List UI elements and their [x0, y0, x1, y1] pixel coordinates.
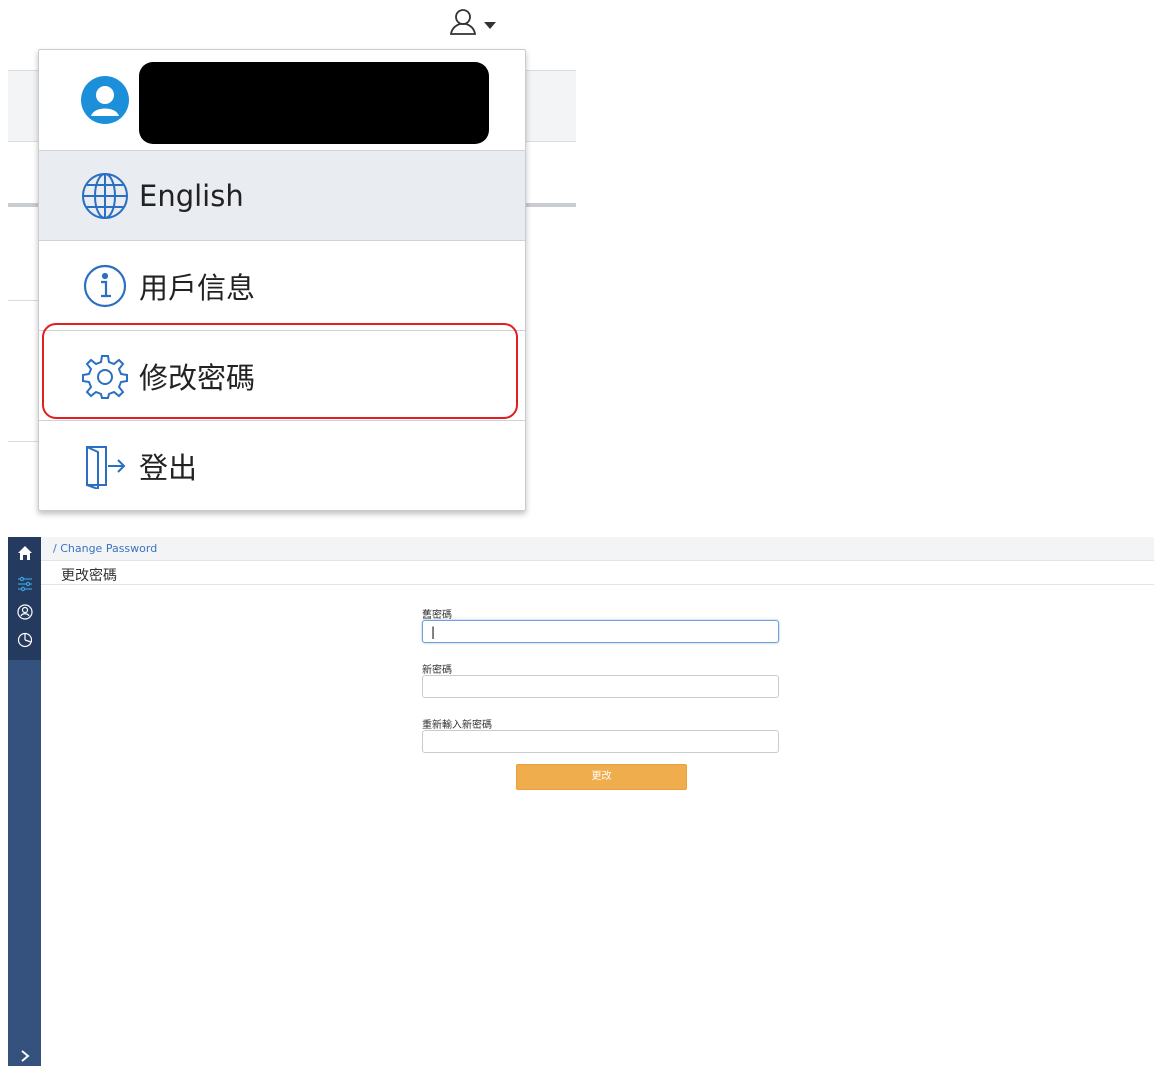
title-divider	[41, 584, 1154, 585]
menu-item-user-info[interactable]: 用戶信息	[39, 241, 525, 331]
sidebar	[8, 537, 41, 1066]
person-circle-icon[interactable]	[16, 603, 34, 621]
new-password-field[interactable]	[422, 675, 779, 698]
home-icon[interactable]	[16, 544, 34, 562]
user-icon	[448, 7, 478, 41]
sliders-icon[interactable]	[16, 575, 34, 593]
highlight-annotation	[42, 323, 518, 419]
old-password-field[interactable]	[422, 620, 779, 643]
old-password-label: 舊密碼	[422, 610, 452, 621]
chevron-right-icon[interactable]	[16, 1047, 34, 1065]
door-exit-icon	[79, 440, 131, 492]
confirm-password-field[interactable]	[422, 730, 779, 753]
change-password-button[interactable]: 更改	[516, 764, 687, 790]
breadcrumb[interactable]: / Change Password	[53, 542, 157, 555]
menu-item-label: 用戶信息	[139, 270, 256, 305]
globe-icon	[79, 170, 131, 222]
background-divider	[8, 300, 38, 301]
menu-item-label: 登出	[139, 450, 198, 485]
background-divider	[8, 441, 38, 442]
breadcrumb-bar: / Change Password	[41, 537, 1154, 561]
user-dropdown-menu: English 用戶信息 修改密碼 登出	[38, 49, 526, 511]
menu-item-language[interactable]: English	[39, 151, 525, 241]
confirm-password-label: 重新輸入新密碼	[422, 720, 492, 731]
menu-item-label: English	[139, 178, 244, 213]
caret-down-icon	[484, 15, 496, 34]
info-icon	[79, 260, 131, 312]
menu-item-logout[interactable]: 登出	[39, 421, 525, 510]
new-password-label: 新密碼	[422, 665, 452, 676]
redacted-username	[139, 62, 489, 144]
user-menu-trigger[interactable]	[448, 8, 512, 40]
chart-pie-icon[interactable]	[16, 631, 34, 649]
avatar	[79, 74, 131, 126]
user-profile-row	[39, 50, 525, 151]
page-title: 更改密碼	[61, 568, 117, 584]
